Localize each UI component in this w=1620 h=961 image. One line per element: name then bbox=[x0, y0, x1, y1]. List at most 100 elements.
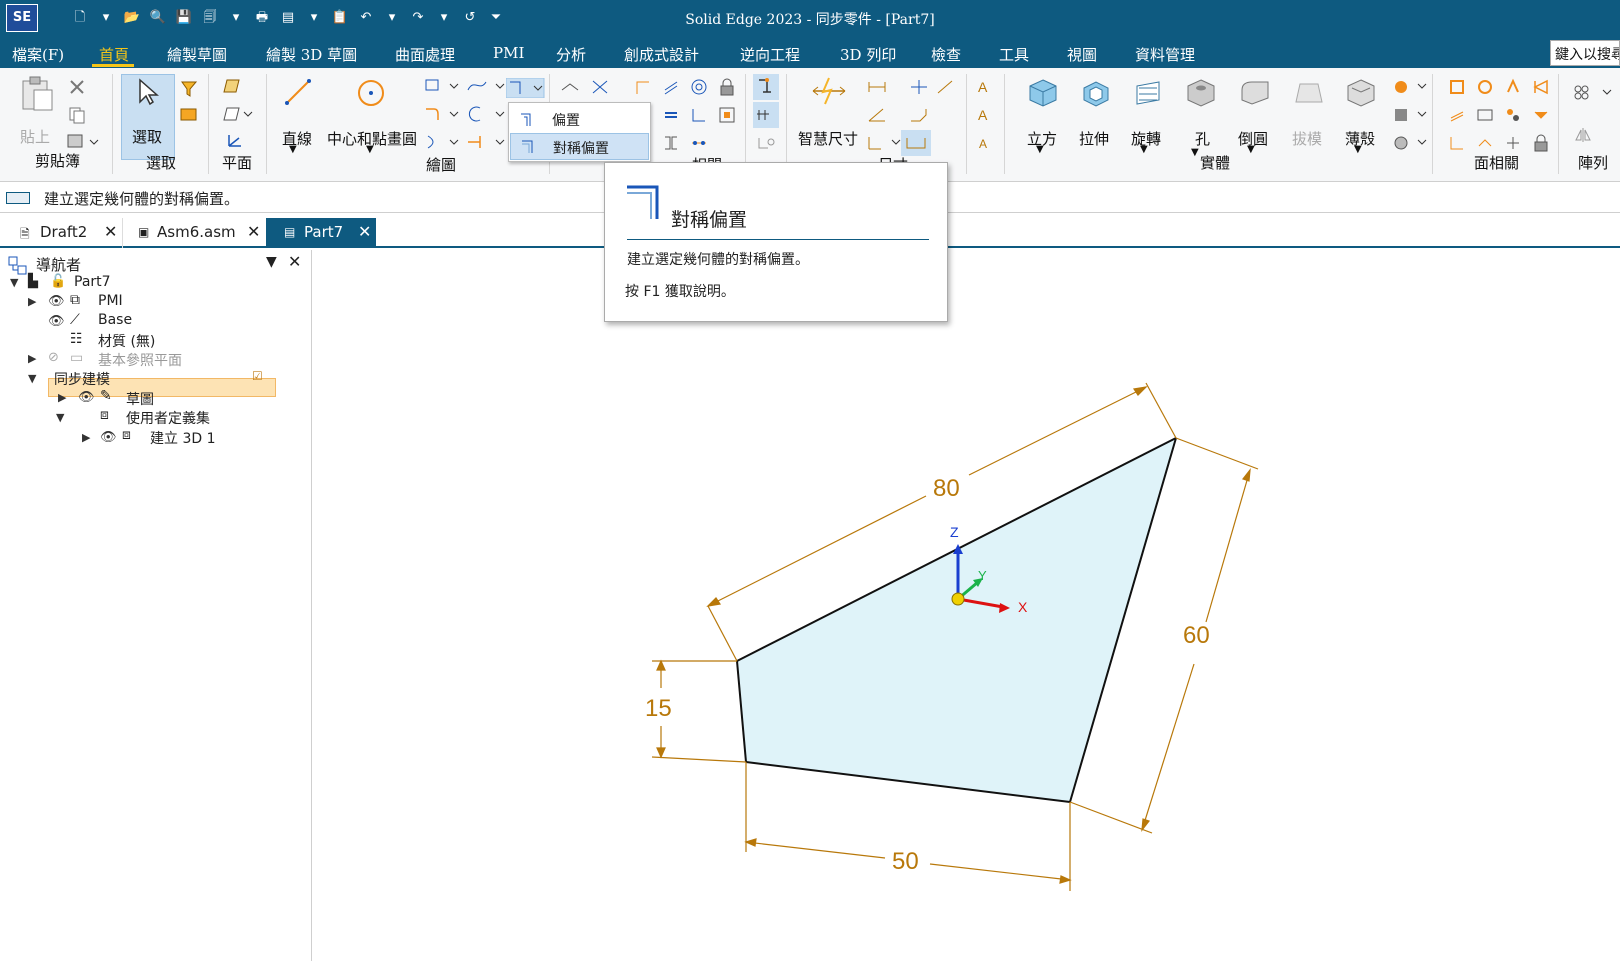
emboss-icon[interactable] bbox=[1392, 78, 1428, 96]
connect-icon[interactable] bbox=[634, 78, 652, 96]
curve-tool-icon[interactable] bbox=[466, 78, 506, 94]
smart-dimension-icon[interactable] bbox=[811, 76, 847, 106]
rectangle-tool-icon[interactable] bbox=[424, 78, 460, 94]
line-button[interactable]: 直線 bbox=[282, 128, 312, 149]
tab-analysis[interactable]: 分析 bbox=[556, 44, 586, 65]
expand-arrow-icon[interactable]: ▶ bbox=[28, 295, 36, 308]
dimension-label-top[interactable]: 80 bbox=[933, 475, 960, 502]
tab-home[interactable]: 首頁 bbox=[99, 44, 129, 65]
coordinate-dimension-icon[interactable] bbox=[866, 134, 902, 152]
chevron-down-icon[interactable]: ▼ bbox=[1354, 144, 1362, 155]
eye-icon[interactable]: 👁 bbox=[100, 430, 117, 445]
distance-between-icon[interactable] bbox=[866, 78, 888, 96]
equal-icon[interactable] bbox=[662, 106, 680, 124]
chevron-down-icon[interactable]: ▼ bbox=[289, 144, 297, 155]
tab-3d-print[interactable]: 3D 列印 bbox=[840, 44, 896, 65]
coordinate-system-icon[interactable] bbox=[225, 132, 245, 150]
rigid-set-icon[interactable] bbox=[718, 106, 736, 124]
lock-icon[interactable] bbox=[718, 78, 736, 96]
perpendicular-icon[interactable] bbox=[690, 106, 708, 124]
fillet-tool-icon[interactable] bbox=[424, 106, 460, 122]
select-arrow-icon[interactable] bbox=[137, 78, 159, 106]
prompt-bar-icon[interactable] bbox=[6, 192, 30, 204]
circle-icon[interactable] bbox=[356, 78, 386, 108]
collinear-icon[interactable] bbox=[690, 134, 708, 152]
tab-data-management[interactable]: 資料管理 bbox=[1135, 44, 1195, 65]
relationship-handles-icon[interactable] bbox=[753, 102, 779, 128]
relate-assistant-icon[interactable] bbox=[756, 134, 778, 152]
tab-view[interactable]: 視圖 bbox=[1067, 44, 1097, 65]
draft-button[interactable]: 拔模 bbox=[1292, 128, 1322, 149]
dimension-label-left[interactable]: 15 bbox=[645, 695, 672, 722]
extrude-button[interactable]: 拉伸 bbox=[1079, 128, 1109, 149]
collapse-arrow-icon[interactable]: ▼ bbox=[10, 276, 18, 289]
expand-arrow-icon[interactable]: ▶ bbox=[82, 431, 90, 444]
tab-tools[interactable]: 工具 bbox=[999, 44, 1029, 65]
face-tangent-icon[interactable] bbox=[1476, 106, 1494, 124]
add-body-icon[interactable] bbox=[1392, 106, 1428, 124]
close-icon[interactable]: ✕ bbox=[288, 252, 301, 271]
trim-tool-icon[interactable] bbox=[424, 134, 460, 150]
symmetric-offset-menu-item[interactable]: 對稱偏置 bbox=[510, 133, 649, 160]
mirror-icon[interactable] bbox=[1574, 126, 1594, 144]
face-plus-icon[interactable] bbox=[1504, 134, 1522, 152]
angular-coordinate-icon[interactable] bbox=[935, 78, 957, 96]
copy-icon[interactable] bbox=[68, 106, 86, 124]
tree-item-reference-planes[interactable]: 基本參照平面 bbox=[98, 350, 182, 370]
tree-item-synchronous-modeling[interactable]: 同步建模 bbox=[54, 369, 110, 389]
thin-wall-icon[interactable] bbox=[1346, 78, 1376, 108]
hole-button[interactable]: 孔 bbox=[1195, 128, 1210, 149]
eye-icon[interactable]: 👁 bbox=[48, 314, 65, 329]
plane-icon[interactable] bbox=[223, 78, 241, 94]
close-icon[interactable]: ✕ bbox=[358, 222, 371, 241]
search-input[interactable]: 鍵入以搜尋 bbox=[1550, 40, 1620, 66]
mirror-tool-icon[interactable] bbox=[466, 134, 506, 150]
eye-icon[interactable]: 👁 bbox=[48, 294, 65, 309]
doc-tab-draft2[interactable]: 🗎 Draft2 ✕ bbox=[4, 218, 118, 248]
angle-between-icon[interactable] bbox=[866, 106, 888, 124]
dimension-label-bottom[interactable]: 50 bbox=[892, 848, 919, 875]
eye-icon[interactable]: 👁 bbox=[78, 390, 95, 405]
select-faces-icon[interactable] bbox=[180, 108, 198, 122]
tree-item-user-defined-sets[interactable]: 使用者定義集 bbox=[126, 408, 210, 428]
face-concentric-icon[interactable] bbox=[1504, 106, 1522, 124]
tab-sketch[interactable]: 繪製草圖 bbox=[167, 44, 227, 65]
collapse-arrow-icon[interactable]: ▼ bbox=[28, 372, 36, 385]
symmetric-icon[interactable] bbox=[662, 134, 680, 152]
revolve-icon[interactable] bbox=[1133, 78, 1163, 108]
extrude-icon[interactable] bbox=[1080, 78, 1110, 108]
cut-icon[interactable] bbox=[68, 78, 86, 96]
close-icon[interactable]: ✕ bbox=[104, 222, 117, 241]
tab-3d-sketch[interactable]: 繪製 3D 草圖 bbox=[266, 44, 357, 65]
collapse-arrow-icon[interactable]: ▼ bbox=[56, 411, 64, 424]
paste-button[interactable]: 貼上 bbox=[20, 126, 50, 147]
parallel-icon[interactable] bbox=[662, 78, 680, 96]
expand-arrow-icon[interactable]: ▶ bbox=[28, 352, 36, 365]
close-icon[interactable]: ✕ bbox=[247, 222, 260, 241]
callout-icon[interactable]: A bbox=[976, 106, 994, 124]
face-offset-icon[interactable] bbox=[1476, 78, 1494, 96]
tab-surfacing[interactable]: 曲面處理 bbox=[395, 44, 455, 65]
doc-tab-part7[interactable]: ▤ Part7 ✕ bbox=[266, 218, 376, 248]
chevron-down-icon[interactable]: ▼ bbox=[1247, 144, 1255, 155]
face-perpendicular-icon[interactable] bbox=[1448, 134, 1466, 152]
chevron-down-icon[interactable]: ▼ bbox=[1191, 147, 1199, 158]
dimension-label-right[interactable]: 60 bbox=[1183, 622, 1210, 649]
filter-icon[interactable] bbox=[180, 80, 198, 98]
hidden-eye-icon[interactable]: ⊘ bbox=[48, 350, 59, 365]
line-icon[interactable] bbox=[284, 78, 312, 106]
annotation-icon[interactable]: A bbox=[976, 134, 994, 152]
graphics-window[interactable]: 80 60 15 50 Z Y X bbox=[313, 250, 1620, 961]
tab-pmi[interactable]: PMI bbox=[493, 44, 524, 62]
tree-item-part7[interactable]: Part7 bbox=[74, 274, 111, 290]
face-coplanar-icon[interactable] bbox=[1476, 134, 1494, 152]
doc-tab-asm6[interactable]: ▣ Asm6.asm ✕ bbox=[122, 218, 266, 248]
symmetric-diameter-icon[interactable] bbox=[908, 78, 930, 96]
hole-icon[interactable] bbox=[1186, 78, 1216, 108]
pattern-icon[interactable] bbox=[1573, 84, 1613, 102]
boolean-icon[interactable] bbox=[1392, 134, 1428, 152]
concentric-icon[interactable] bbox=[690, 78, 708, 96]
chevron-down-icon[interactable]: ▼ bbox=[1140, 144, 1148, 155]
face-replace-icon[interactable] bbox=[1532, 78, 1550, 96]
face-align-icon[interactable] bbox=[1448, 106, 1466, 124]
